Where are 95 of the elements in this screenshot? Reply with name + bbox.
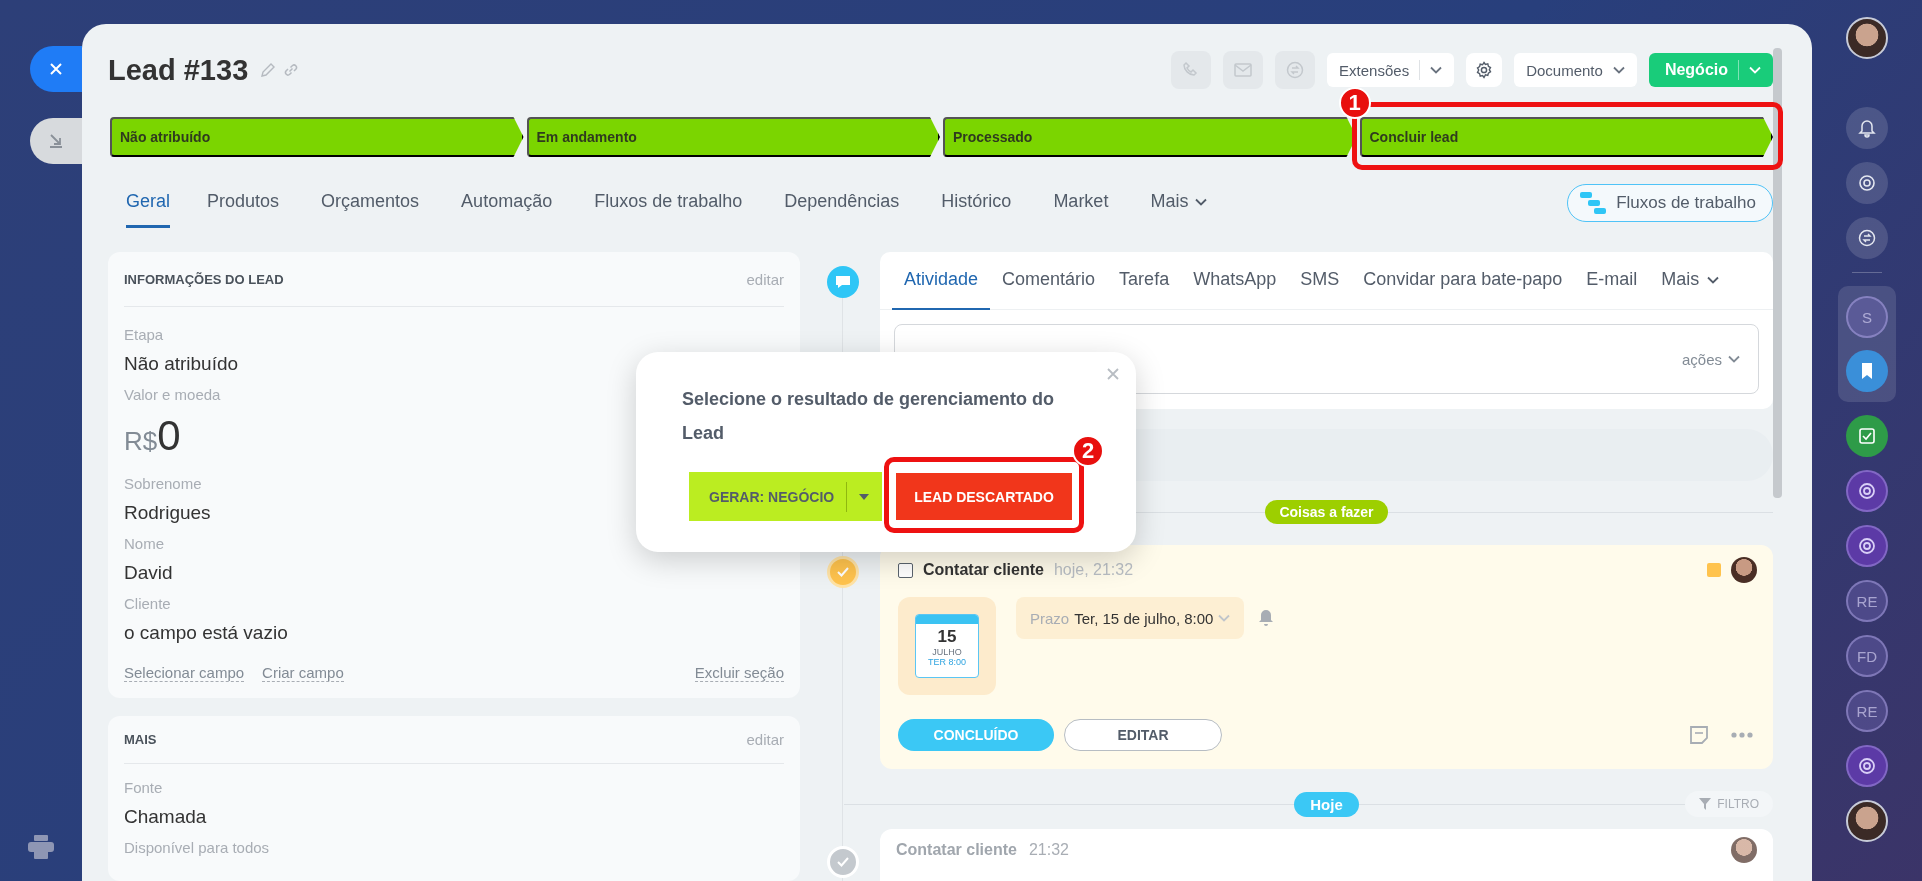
avatar-icon[interactable] [1846, 17, 1888, 59]
history-time: 21:32 [1028, 841, 1069, 859]
tab[interactable]: E-mail [1574, 251, 1650, 310]
chat-button[interactable] [1846, 217, 1888, 259]
delete-section-link[interactable]: Excluir seção [694, 664, 784, 682]
chevron-down-icon [1612, 66, 1625, 74]
chat-icon [1285, 60, 1306, 80]
chat-icon [1857, 228, 1877, 248]
chevron-down-icon [1707, 275, 1720, 284]
history-title: Contatar cliente [896, 841, 1017, 859]
check-marker-icon [827, 846, 859, 878]
settings-icon [1475, 61, 1494, 79]
avatar-icon[interactable] [1846, 800, 1888, 842]
tab[interactable]: Produtos [186, 178, 301, 228]
workflows-button[interactable]: Fluxos de trabalho [1567, 184, 1773, 222]
chevron-down-icon [1195, 197, 1208, 206]
amount-value: R$0 [124, 411, 181, 461]
step-number-badge: 1 [1338, 87, 1371, 119]
field-value: David [124, 561, 173, 585]
tab[interactable]: Dependências [763, 178, 921, 228]
close-button[interactable] [30, 46, 82, 92]
field-label: Fonte [124, 778, 163, 798]
color-tag-icon [1707, 563, 1721, 577]
chevron-down-icon [1218, 614, 1231, 622]
stage-step[interactable]: Não atribuído [110, 117, 524, 157]
section-title: MAIS [124, 732, 157, 747]
close-icon [1107, 368, 1119, 380]
comment-marker-icon [827, 266, 859, 298]
check-marker-icon [827, 556, 859, 588]
chevron-down-icon [1430, 66, 1443, 74]
field-value: Rodrigues [124, 501, 211, 525]
field-label: Sobrenome [124, 474, 202, 494]
dashed-link[interactable]: Selecionar campo [124, 664, 245, 682]
tab[interactable]: WhatsApp [1181, 251, 1289, 310]
field-label: Disponível para todos [124, 838, 270, 858]
more-menu-tab[interactable]: Mais [1129, 178, 1229, 228]
chevron-down-icon [1728, 355, 1740, 363]
printer-icon[interactable] [28, 835, 54, 859]
avatar-icon[interactable] [1731, 557, 1757, 583]
filter-icon [1699, 798, 1712, 810]
step-number-badge: 2 [1072, 435, 1104, 467]
user-avatar[interactable]: FD [1846, 635, 1888, 677]
caret-icon [859, 493, 870, 500]
deadline-dropdown[interactable]: Prazo Ter, 15 de julho, 8:00 [1016, 597, 1245, 639]
field-label: Cliente [124, 594, 171, 614]
stage-step[interactable]: Concluir lead [1359, 117, 1773, 157]
convert-button[interactable]: GERAR: NEGÓCIO [689, 472, 882, 521]
tab[interactable]: Orçamentos [300, 178, 441, 228]
document-button[interactable]: Documento [1514, 53, 1637, 87]
workflow-icon [1580, 192, 1607, 214]
bookmark-button[interactable] [1846, 350, 1888, 392]
field-label: Nome [124, 534, 164, 554]
checkbox[interactable] [898, 562, 913, 578]
bell-icon [1857, 118, 1877, 138]
field-value: Chamada [124, 805, 207, 829]
tab[interactable]: Tarefa [1107, 251, 1182, 310]
more-menu-tab[interactable]: Mais [1649, 251, 1732, 310]
discard-lead-button[interactable]: LEAD DESCARTADO [896, 473, 1072, 520]
calendar-icon: 15 JULHO TER 8:00 [915, 614, 979, 678]
tab[interactable]: Atividade [892, 251, 991, 310]
tab[interactable]: Market [1032, 178, 1130, 228]
minimize-button[interactable] [30, 118, 82, 164]
close-icon [49, 62, 63, 76]
tab[interactable]: SMS [1288, 251, 1352, 310]
section-label: Hoje [1294, 791, 1359, 817]
settings-button[interactable] [1466, 53, 1503, 87]
mail-icon [1233, 60, 1254, 80]
task-title: Contatar cliente [923, 561, 1044, 579]
chevron-down-icon [1749, 66, 1761, 74]
scrollbar[interactable] [1773, 48, 1782, 498]
arrow-down-right-icon [48, 133, 64, 149]
checklist-button[interactable] [1846, 415, 1888, 457]
page-title: Lead #133 [108, 53, 249, 87]
actions-dropdown[interactable]: ações [1681, 350, 1740, 368]
user-avatar[interactable]: RE [1846, 580, 1888, 622]
stage-step[interactable]: Em andamento [526, 117, 940, 157]
tab[interactable]: Automação [440, 178, 574, 228]
tab[interactable]: Fluxos de trabalho [573, 178, 764, 228]
bell-button[interactable] [1846, 107, 1888, 149]
section-title: INFORMAÇÕES DO LEAD [124, 271, 284, 287]
field-value: Não atribuído [124, 352, 239, 376]
tab[interactable]: Convidar para bate-papo [1351, 251, 1575, 310]
user-avatar[interactable]: RE [1846, 690, 1888, 732]
tab[interactable]: Geral [126, 178, 170, 228]
field-label: Valor e moeda [124, 385, 221, 405]
edit-button[interactable]: EDITAR [1064, 719, 1222, 751]
field-label: Etapa [124, 325, 164, 345]
section-label: Coisas a fazer [1265, 500, 1388, 524]
task-time: hoje, 21:32 [1053, 561, 1134, 579]
checklist-icon [1857, 426, 1877, 446]
extensions-button[interactable]: Extensões [1327, 53, 1455, 87]
tab[interactable]: Histórico [920, 178, 1033, 228]
dashed-link[interactable]: Criar campo [262, 664, 344, 682]
field-value: o campo está vazio [124, 621, 288, 645]
tab[interactable]: Comentário [990, 251, 1108, 310]
